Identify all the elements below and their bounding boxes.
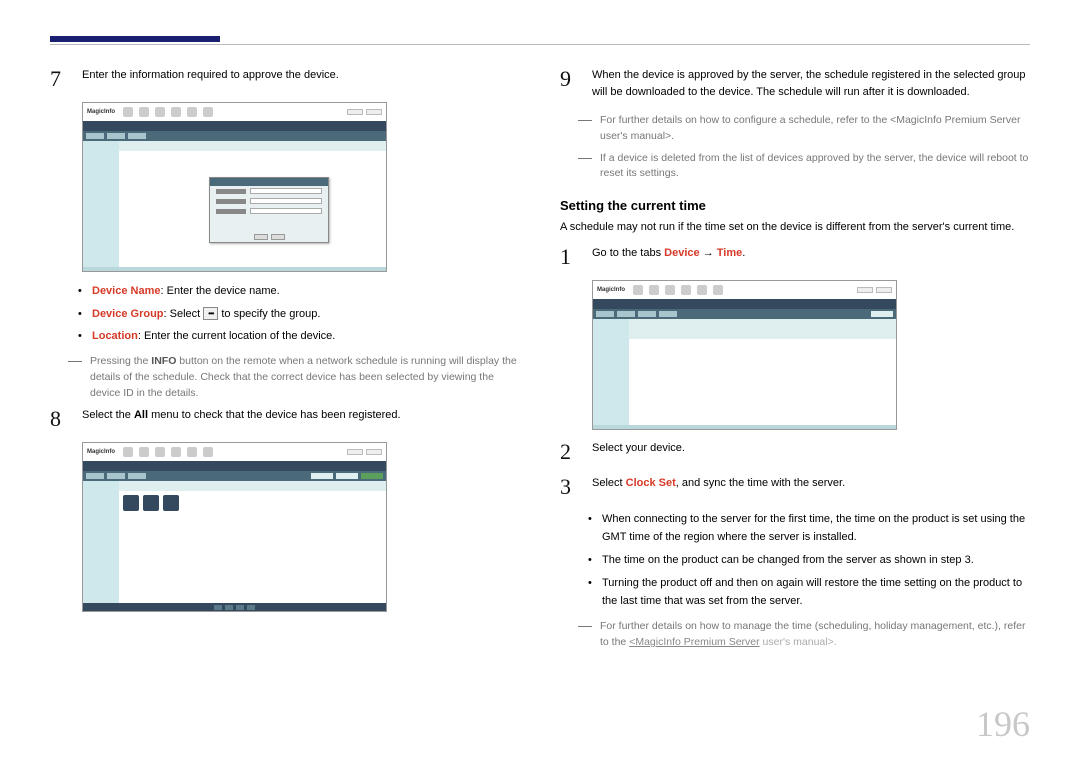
bullet-change-time: The time on the product can be changed f… bbox=[588, 551, 1030, 570]
step-9: 9 When the device is approved by the ser… bbox=[560, 67, 1030, 101]
page-number: 196 bbox=[976, 703, 1030, 745]
note-schedule-manual: For further details on how to configure … bbox=[578, 113, 1030, 145]
step-1: 1 Go to the tabs Device → Time. bbox=[560, 245, 1030, 268]
note-device-deleted: If a device is deleted from the list of … bbox=[578, 151, 1030, 183]
manual-link[interactable]: <MagicInfo Premium Server bbox=[629, 636, 759, 648]
step-number: 9 bbox=[560, 67, 578, 101]
bullet-gmt: When connecting to the server for the fi… bbox=[588, 510, 1030, 547]
left-column: 7 Enter the information required to appr… bbox=[50, 67, 520, 657]
bullet-device-name: Device Name: Enter the device name. bbox=[78, 282, 520, 301]
step-number: 3 bbox=[560, 475, 578, 498]
screenshot-all-devices: MagicInfo bbox=[82, 442, 387, 612]
step-text: Enter the information required to approv… bbox=[82, 67, 520, 90]
header-rule bbox=[50, 44, 1030, 45]
section-heading: Setting the current time bbox=[560, 198, 1030, 213]
app-logo: MagicInfo bbox=[87, 449, 115, 455]
browse-icon: ••• bbox=[203, 307, 218, 320]
app-logo: MagicInfo bbox=[87, 109, 115, 115]
step-3: 3 Select Clock Set, and sync the time wi… bbox=[560, 475, 1030, 498]
dash-icon bbox=[578, 158, 592, 159]
two-column-layout: 7 Enter the information required to appr… bbox=[50, 67, 1030, 657]
step-number: 2 bbox=[560, 440, 578, 463]
step-text: When the device is approved by the serve… bbox=[592, 67, 1030, 101]
step-number: 7 bbox=[50, 67, 68, 90]
step-8: 8 Select the All menu to check that the … bbox=[50, 407, 520, 430]
section-subtext: A schedule may not run if the time set o… bbox=[560, 219, 1030, 237]
accent-bar bbox=[50, 36, 220, 42]
bullet-location: Location: Enter the current location of … bbox=[78, 327, 520, 346]
manual-page: 7 Enter the information required to appr… bbox=[0, 0, 1080, 763]
step-7: 7 Enter the information required to appr… bbox=[50, 67, 520, 90]
bullet-restore-time: Turning the product off and then on agai… bbox=[588, 574, 1030, 611]
screenshot-approve-device: MagicInfo bbox=[82, 102, 387, 272]
app-logo: MagicInfo bbox=[597, 287, 625, 293]
note-time-manual: For further details on how to manage the… bbox=[578, 619, 1030, 651]
step-number: 1 bbox=[560, 245, 578, 268]
dash-icon bbox=[68, 361, 82, 362]
step-number: 8 bbox=[50, 407, 68, 430]
step-2: 2 Select your device. bbox=[560, 440, 1030, 463]
dash-icon bbox=[578, 120, 592, 121]
screenshot-device-time: MagicInfo bbox=[592, 280, 897, 430]
time-bullets: When connecting to the server for the fi… bbox=[588, 510, 1030, 611]
right-column: 9 When the device is approved by the ser… bbox=[560, 67, 1030, 657]
field-bullets: Device Name: Enter the device name. Devi… bbox=[78, 282, 520, 346]
bullet-device-group: Device Group: Select ••• to specify the … bbox=[78, 305, 520, 324]
approve-dialog bbox=[209, 177, 329, 243]
dash-icon bbox=[578, 626, 592, 627]
note-info-button: Pressing the INFO button on the remote w… bbox=[68, 354, 520, 401]
